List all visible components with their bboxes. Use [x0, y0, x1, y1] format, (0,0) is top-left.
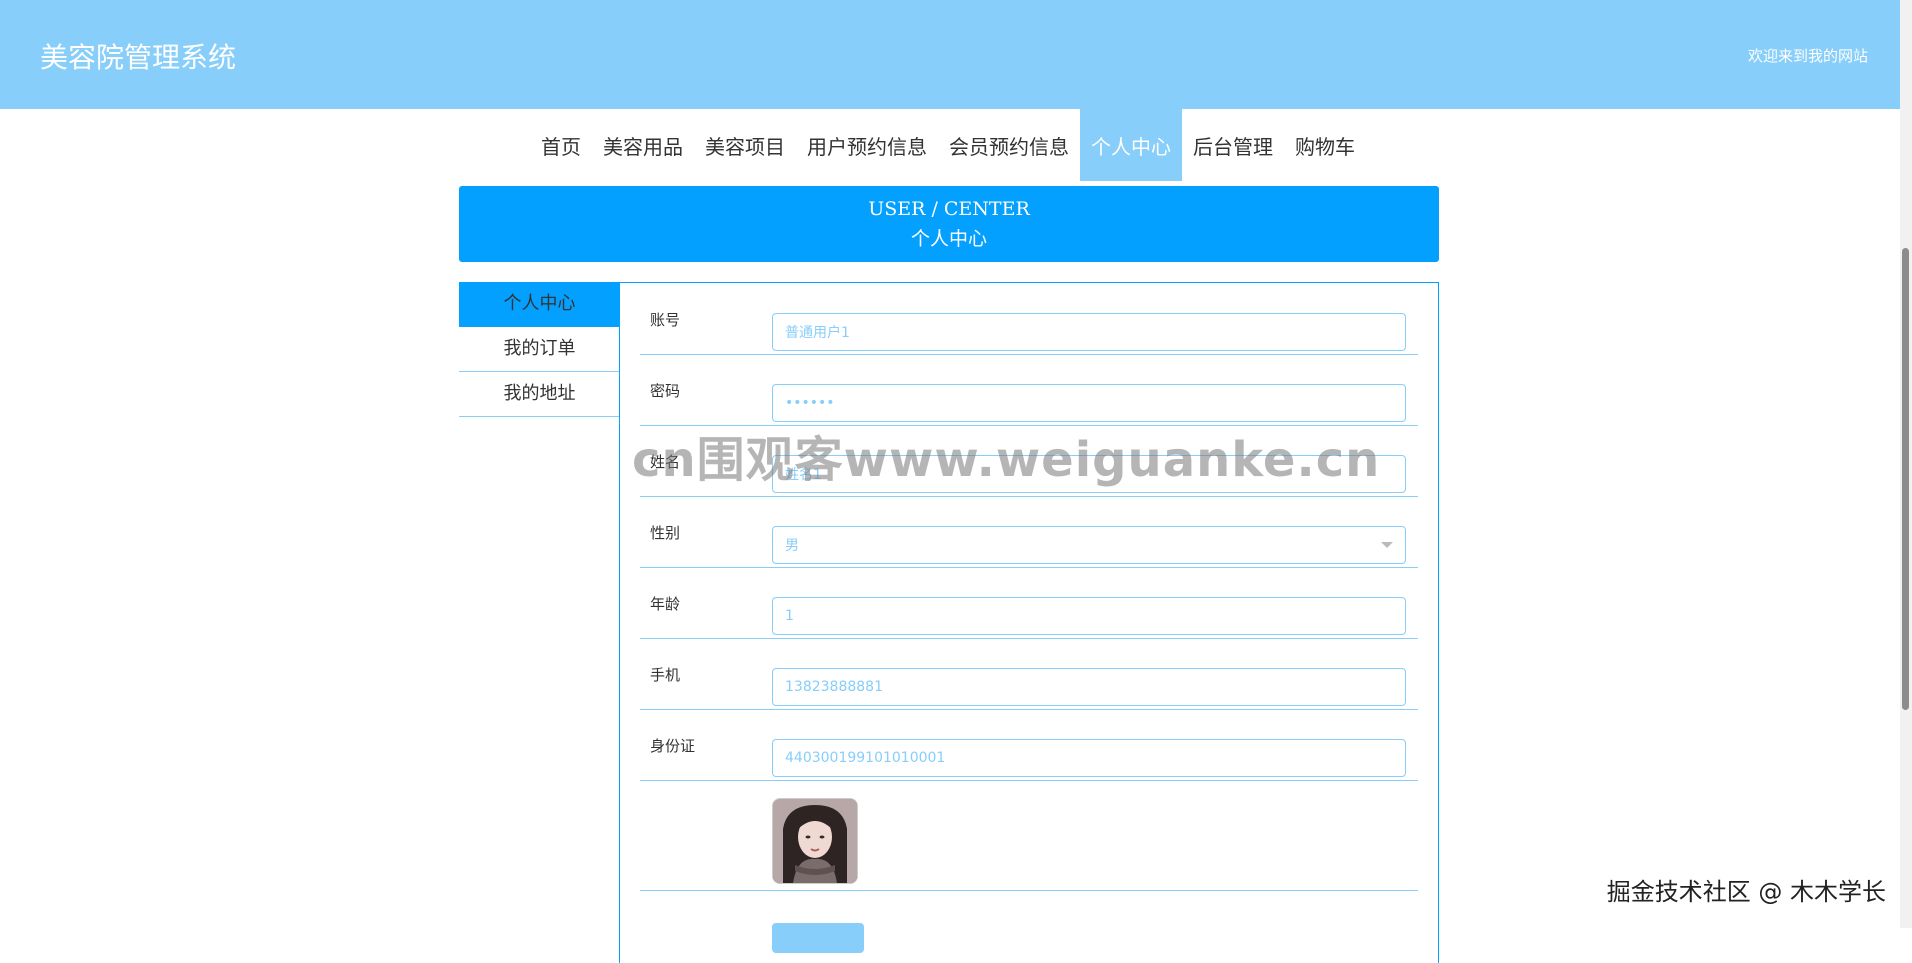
side-item-my-addresses[interactable]: 我的地址	[459, 372, 620, 417]
nav-item-home[interactable]: 首页	[530, 109, 592, 181]
scrollbar-thumb[interactable]	[1902, 248, 1909, 710]
gender-label: 性别	[650, 524, 681, 542]
password-input[interactable]: ••••••	[772, 384, 1406, 422]
form-row-phone: 手机 13823888881	[640, 638, 1418, 710]
account-input[interactable]: 普通用户1	[772, 313, 1406, 351]
chevron-down-icon	[1381, 542, 1393, 548]
nav-item-user-appointments[interactable]: 用户预约信息	[796, 109, 938, 181]
side-menu: 个人中心 我的订单 我的地址	[459, 282, 620, 417]
avatar-photo-icon	[773, 799, 857, 883]
nav-item-beauty-services[interactable]: 美容项目	[694, 109, 796, 181]
welcome-text: 欢迎来到我的网站	[1747, 47, 1868, 65]
banner-title-en: USER / CENTER	[868, 198, 1030, 220]
nav-item-user-center[interactable]: 个人中心	[1080, 109, 1182, 181]
form-row-avatar	[640, 780, 1418, 891]
form-row-id-card: 身份证 440300199101010001	[640, 709, 1418, 781]
nav-item-beauty-products[interactable]: 美容用品	[592, 109, 694, 181]
banner-title-cn: 个人中心	[910, 228, 987, 250]
credit-text: 掘金技术社区 @ 木木学长	[1606, 878, 1886, 906]
profile-form: 账号 普通用户1 密码 •••••• 姓名 姓名1 性别 男 年龄 1 手机 1…	[619, 282, 1439, 963]
nav-item-cart[interactable]: 购物车	[1284, 109, 1366, 181]
site-title: 美容院管理系统	[40, 41, 237, 74]
nav-item-member-appointments[interactable]: 会员预约信息	[938, 109, 1080, 181]
phone-label: 手机	[650, 666, 681, 684]
phone-input[interactable]: 13823888881	[772, 668, 1406, 706]
age-input[interactable]: 1	[772, 597, 1406, 635]
side-item-my-orders[interactable]: 我的订单	[459, 327, 620, 372]
main-nav: 首页 美容用品 美容项目 用户预约信息 会员预约信息 个人中心 后台管理 购物车	[530, 109, 1366, 181]
form-row-gender: 性别 男	[640, 496, 1418, 568]
form-row-password: 密码 ••••••	[640, 354, 1418, 426]
gender-selected-value: 男	[785, 538, 799, 554]
side-item-user-center[interactable]: 个人中心	[459, 282, 620, 327]
nav-item-admin[interactable]: 后台管理	[1182, 109, 1284, 181]
watermark: cn围观客www.weiguanke.cn	[632, 432, 1381, 488]
form-row-account: 账号 普通用户1	[640, 283, 1418, 355]
id-card-label: 身份证	[650, 737, 696, 755]
form-row-age: 年龄 1	[640, 567, 1418, 639]
site-header: 美容院管理系统 欢迎来到我的网站	[0, 0, 1900, 109]
page-banner: USER / CENTER 个人中心	[459, 186, 1439, 262]
id-card-input[interactable]: 440300199101010001	[772, 739, 1406, 777]
age-label: 年龄	[650, 595, 681, 613]
password-label: 密码	[650, 382, 681, 400]
avatar[interactable]	[772, 798, 858, 884]
gender-select[interactable]: 男	[772, 526, 1406, 564]
account-label: 账号	[650, 311, 681, 329]
